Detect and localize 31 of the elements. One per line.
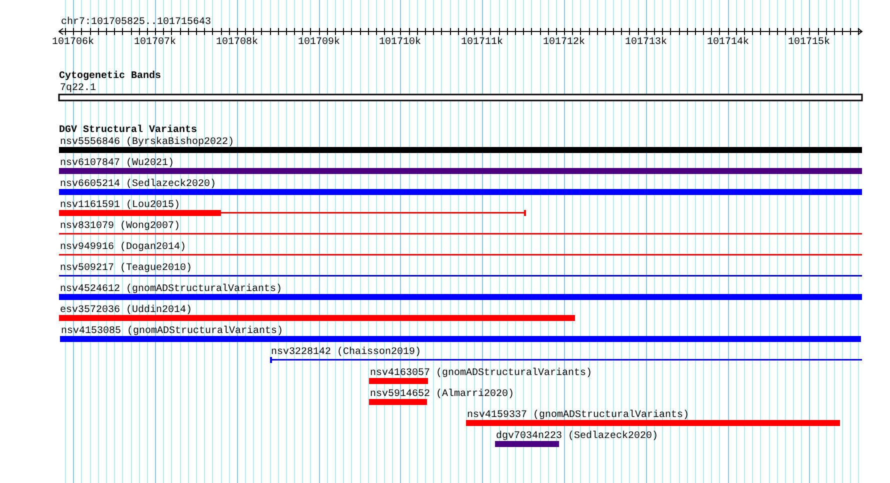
ruler-tick-label: 101708k <box>216 37 258 48</box>
variant-label: nsv509217 (Teague2010) <box>60 263 192 274</box>
ruler-tick-label: 101713k <box>625 37 667 48</box>
variant-label: nsv1161591 (Lou2015) <box>60 200 180 211</box>
variant-bar[interactable] <box>59 210 526 216</box>
variant-bar[interactable] <box>270 357 862 363</box>
variant-label: nsv3228142 (Chaisson2019) <box>271 347 422 358</box>
ruler-tick-label: 101710k <box>379 37 421 48</box>
variant-label: nsv4153085 (gnomADStructuralVariants) <box>61 326 284 337</box>
band-label: 7q22.1 <box>60 83 96 94</box>
ruler-tick-label: 101709k <box>298 37 340 48</box>
variant-label: nsv4524612 (gnomADStructuralVariants) <box>60 284 282 295</box>
ruler-tick-label: 101706k <box>52 37 94 48</box>
variant-label: nsv831079 (Wong2007) <box>60 221 180 232</box>
variant-label: nsv5914652 (Almarri2020) <box>370 389 514 400</box>
variant-label: esv3572036 (Uddin2014) <box>60 305 192 316</box>
ruler-tick-label: 101711k <box>461 37 503 48</box>
track-title: Cytogenetic Bands <box>59 71 162 82</box>
ruler-tick-label: 101715k <box>788 37 830 48</box>
variant-label: nsv4163057 (gnomADStructuralVariants) <box>370 368 592 379</box>
ruler-tick-label: 101712k <box>543 37 585 48</box>
variant-label: nsv6107847 (Wu2021) <box>60 158 174 169</box>
variant-label: nsv5556846 (ByrskaBishop2022) <box>60 137 234 148</box>
variant-label: nsv6605214 (Sedlazeck2020) <box>60 179 216 190</box>
variant-label: dgv7034n223 (Sedlazeck2020) <box>496 431 658 442</box>
variant-label: nsv4159337 (gnomADStructuralVariants) <box>467 410 690 421</box>
track-title: DGV Structural Variants <box>59 125 198 136</box>
location-label: chr7:101705825..101715643 <box>61 17 212 28</box>
variant-label: nsv949916 (Dogan2014) <box>60 242 186 253</box>
ruler-tick-label: 101714k <box>707 37 749 48</box>
ruler-tick-label: 101707k <box>134 37 176 48</box>
